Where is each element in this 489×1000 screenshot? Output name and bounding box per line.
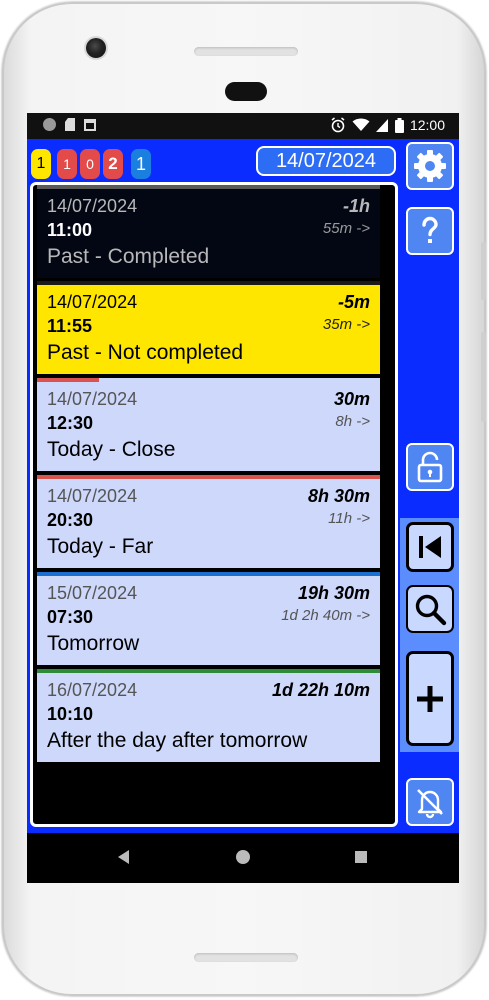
event-progress-bar [37,281,380,285]
settings-button[interactable] [406,142,454,190]
plus-icon [417,685,443,712]
top-speaker-grill [194,47,298,56]
event-item[interactable]: 14/07/2024 30m 12:30 8h -> Today - Close [37,378,380,471]
question-icon [422,216,438,243]
navigation-panel [400,518,459,752]
event-date: 14/07/2024 [47,196,138,216]
lock-button[interactable] [406,443,454,491]
count-badge-yellow[interactable]: 1 [31,149,51,179]
gear-icon [414,150,446,182]
search-button[interactable] [406,585,454,633]
event-date: 14/07/2024 [47,389,138,409]
count-badge-red[interactable]: 1 [57,149,77,179]
alarm-icon [331,117,345,133]
event-date: 15/07/2024 [47,583,138,603]
earpiece [225,82,267,101]
calendar-icon [84,118,96,131]
event-progress-bar [37,669,380,673]
event-date: 16/07/2024 [47,680,138,700]
battery-icon [394,117,404,133]
event-delta: -5m [337,292,370,312]
event-title: Past - Completed [47,245,210,268]
event-title: Today - Close [47,438,176,461]
event-list[interactable]: 14/07/2024 -1h 11:00 55m -> Past - Compl… [30,182,398,827]
event-delta: 19h 30m [297,583,370,603]
event-item[interactable]: 15/07/2024 19h 30m 07:30 1d 2h 40m -> To… [37,572,380,665]
front-camera [86,38,106,58]
skip-first-icon [419,536,441,558]
event-duration: 8h -> [335,413,370,430]
event-delta: 30m [333,389,370,409]
wifi-icon [352,118,370,131]
event-item[interactable]: 16/07/2024 1d 22h 10m 10:10 After the da… [37,669,380,762]
top-bar: 1 1 0 2 1 14/07/2024 [27,139,459,183]
volume-button [481,242,486,300]
event-delta: -1h [343,196,370,216]
notifications-button[interactable] [406,778,454,826]
system-navigation-bar [27,833,459,883]
help-button[interactable] [406,207,454,255]
event-duration: 35m -> [322,316,370,333]
count-badge-red[interactable]: 0 [80,149,100,179]
home-icon[interactable] [236,850,250,864]
event-time: 10:10 [47,704,94,724]
status-bar: 12:00 [27,113,459,139]
event-time: 20:30 [47,510,94,530]
event-progress-bar [37,185,380,189]
event-title: Today - Far [47,535,154,558]
event-duration: 11h -> [328,510,370,527]
record-dot-icon [43,118,56,131]
cellular-signal-icon [375,118,388,132]
event-item[interactable]: 14/07/2024 -5m 11:55 35m -> Past - Not c… [37,281,380,374]
event-progress-bar [37,378,99,382]
recent-apps-icon[interactable] [355,851,367,863]
event-duration: 55m -> [322,220,370,237]
count-badge-red[interactable]: 2 [103,149,123,179]
event-delta: 1d 22h 10m [271,680,370,700]
event-time: 11:00 [47,220,93,240]
sd-card-icon [65,118,75,131]
add-event-button[interactable] [406,651,454,746]
unlock-icon [417,451,443,483]
bell-off-icon [417,789,443,819]
jump-to-first-button[interactable] [406,522,454,572]
current-date-button[interactable]: 14/07/2024 [256,146,396,176]
status-time: 12:00 [409,117,445,133]
bottom-speaker-grill [194,953,298,962]
power-button [481,332,486,422]
event-duration: 1d 2h 40m -> [281,607,370,624]
event-date: 14/07/2024 [47,292,138,312]
event-time: 12:30 [47,413,94,433]
app-screen: 12:00 1 1 0 2 1 14/07/2024 14/07/2024 -1… [27,113,459,883]
event-title: After the day after tomorrow [47,729,308,752]
back-icon[interactable] [118,850,129,864]
search-icon [415,594,447,626]
event-progress-bar [37,475,380,479]
event-time: 07:30 [47,607,94,627]
count-badge-blue[interactable]: 1 [131,149,151,179]
event-time: 11:55 [47,316,93,336]
event-item[interactable]: 14/07/2024 8h 30m 20:30 11h -> Today - F… [37,475,380,568]
event-title: Past - Not completed [47,341,244,364]
event-progress-bar [37,572,380,576]
event-title: Tomorrow [47,632,140,655]
event-item[interactable]: 14/07/2024 -1h 11:00 55m -> Past - Compl… [37,185,380,278]
event-date: 14/07/2024 [47,486,138,506]
event-delta: 8h 30m [307,486,370,506]
